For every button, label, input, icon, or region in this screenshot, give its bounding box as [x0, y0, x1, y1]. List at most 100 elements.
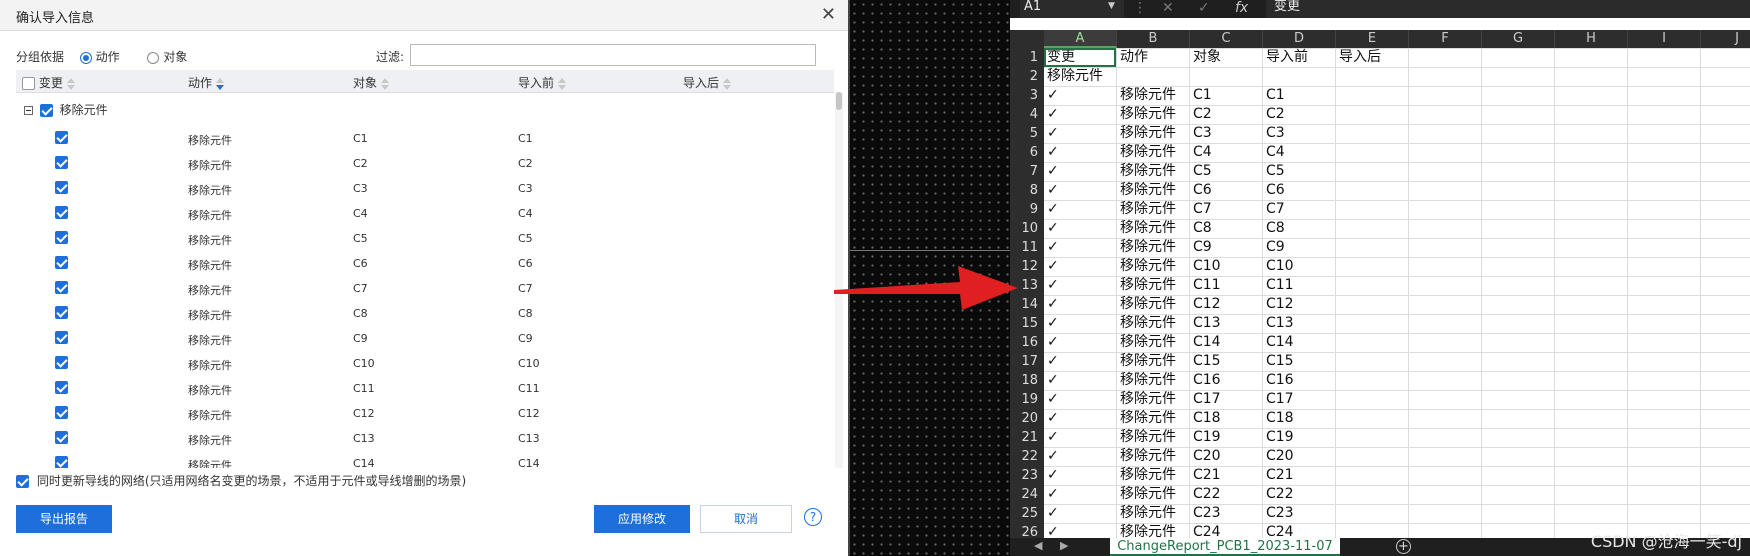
col-header-object[interactable]: 对象: [353, 74, 390, 91]
cell[interactable]: 导入后: [1339, 48, 1381, 67]
cell[interactable]: ✓: [1047, 333, 1059, 352]
cell[interactable]: C7: [1193, 200, 1212, 219]
column-header[interactable]: B: [1117, 30, 1190, 48]
cell[interactable]: 动作: [1120, 48, 1148, 67]
cell[interactable]: C11: [1193, 276, 1221, 295]
row-header[interactable]: 24: [1010, 485, 1044, 504]
close-icon[interactable]: ✕: [821, 4, 836, 25]
cell[interactable]: 移除元件: [1120, 409, 1176, 428]
help-icon[interactable]: ?: [804, 508, 822, 526]
cell[interactable]: ✓: [1047, 124, 1059, 143]
formula-input[interactable]: 变更: [1266, 0, 1750, 18]
row-checkbox[interactable]: [55, 256, 68, 269]
row-header[interactable]: 11: [1010, 238, 1044, 257]
row-checkbox[interactable]: [55, 206, 68, 219]
sort-icon[interactable]: [558, 77, 567, 90]
cell[interactable]: 移除元件: [1120, 504, 1176, 523]
cell[interactable]: 移除元件: [1120, 124, 1176, 143]
cell[interactable]: C17: [1266, 390, 1294, 409]
row-header[interactable]: 6: [1010, 143, 1044, 162]
cell[interactable]: C4: [1193, 143, 1212, 162]
column-header[interactable]: D: [1263, 30, 1336, 48]
column-header[interactable]: F: [1409, 30, 1482, 48]
cancel-formula-icon[interactable]: ✕: [1162, 0, 1174, 16]
cell[interactable]: ✓: [1047, 181, 1059, 200]
table-row[interactable]: 移除元件 C5 C5: [0, 228, 835, 253]
sync-net-checkbox[interactable]: [16, 475, 29, 488]
cell[interactable]: C7: [1266, 200, 1285, 219]
column-header[interactable]: A: [1044, 30, 1117, 48]
row-header[interactable]: 3: [1010, 86, 1044, 105]
row-header[interactable]: 19: [1010, 390, 1044, 409]
row-header[interactable]: 9: [1010, 200, 1044, 219]
row-header[interactable]: 8: [1010, 181, 1044, 200]
cell[interactable]: ✓: [1047, 504, 1059, 523]
cell[interactable]: C18: [1193, 409, 1221, 428]
row-checkbox[interactable]: [55, 131, 68, 144]
group-by-object-radio[interactable]: 对象: [147, 50, 187, 64]
cell[interactable]: ✓: [1047, 219, 1059, 238]
table-row[interactable]: 移除元件 C7 C7: [0, 278, 835, 303]
add-sheet-icon[interactable]: +: [1396, 539, 1411, 554]
cell[interactable]: C2: [1266, 105, 1285, 124]
cell[interactable]: ✓: [1047, 86, 1059, 105]
cell[interactable]: C8: [1266, 219, 1285, 238]
cell[interactable]: C21: [1266, 466, 1294, 485]
cell[interactable]: 移除元件: [1120, 181, 1176, 200]
sort-icon[interactable]: [723, 77, 732, 90]
cell[interactable]: 对象: [1193, 48, 1221, 67]
cell[interactable]: C9: [1266, 238, 1285, 257]
dropdown-arrow-icon[interactable]: ▼: [1108, 1, 1115, 11]
row-checkbox[interactable]: [55, 431, 68, 444]
row-header[interactable]: 4: [1010, 105, 1044, 124]
row-header[interactable]: 10: [1010, 219, 1044, 238]
row-checkbox[interactable]: [55, 381, 68, 394]
cell[interactable]: ✓: [1047, 105, 1059, 124]
table-row[interactable]: 移除元件 C10 C10: [0, 353, 835, 378]
cell[interactable]: ✓: [1047, 238, 1059, 257]
row-header[interactable]: 7: [1010, 162, 1044, 181]
cell[interactable]: 移除元件: [1120, 86, 1176, 105]
cell[interactable]: C3: [1193, 124, 1212, 143]
row-header[interactable]: 1: [1010, 48, 1044, 67]
table-row[interactable]: 移除元件 C6 C6: [0, 253, 835, 278]
cell[interactable]: C12: [1266, 295, 1294, 314]
cell[interactable]: C13: [1266, 314, 1294, 333]
collapse-icon[interactable]: [24, 106, 33, 115]
cell[interactable]: C22: [1266, 485, 1294, 504]
cell[interactable]: ✓: [1047, 295, 1059, 314]
cell[interactable]: C22: [1193, 485, 1221, 504]
cell[interactable]: 移除元件: [1120, 143, 1176, 162]
row-checkbox[interactable]: [55, 356, 68, 369]
cell[interactable]: ✓: [1047, 162, 1059, 181]
cell[interactable]: C5: [1266, 162, 1285, 181]
cell[interactable]: 移除元件: [1120, 200, 1176, 219]
cell[interactable]: 导入前: [1266, 48, 1308, 67]
table-row[interactable]: 移除元件 C14 C14: [0, 453, 835, 468]
table-row[interactable]: 移除元件 C8 C8: [0, 303, 835, 328]
cell[interactable]: ✓: [1047, 447, 1059, 466]
cell[interactable]: C5: [1193, 162, 1212, 181]
row-header[interactable]: 17: [1010, 352, 1044, 371]
row-header[interactable]: 25: [1010, 504, 1044, 523]
export-report-button[interactable]: 导出报告: [16, 505, 112, 533]
select-all-checkbox[interactable]: [22, 77, 35, 90]
table-row[interactable]: 移除元件 C1 C1: [0, 128, 835, 153]
cell[interactable]: 移除元件: [1047, 67, 1103, 86]
cell[interactable]: C9: [1193, 238, 1212, 257]
cell[interactable]: ✓: [1047, 352, 1059, 371]
cell[interactable]: 移除元件: [1120, 333, 1176, 352]
cell[interactable]: C23: [1266, 504, 1294, 523]
select-all-corner[interactable]: [1010, 30, 1044, 48]
sync-net-option[interactable]: 同时更新导线的网络(只适用网络名变更的场景，不适用于元件或导线增删的场景): [16, 472, 466, 489]
cell[interactable]: ✓: [1047, 314, 1059, 333]
cell[interactable]: ✓: [1047, 390, 1059, 409]
next-sheet-icon[interactable]: ▶: [1060, 539, 1068, 552]
col-header-change[interactable]: 变更: [22, 74, 75, 91]
row-header[interactable]: 2: [1010, 67, 1044, 86]
cell[interactable]: C6: [1193, 181, 1212, 200]
cell[interactable]: ✓: [1047, 428, 1059, 447]
cell[interactable]: C20: [1193, 447, 1221, 466]
cell[interactable]: 移除元件: [1120, 238, 1176, 257]
scroll-thumb[interactable]: [836, 92, 842, 110]
